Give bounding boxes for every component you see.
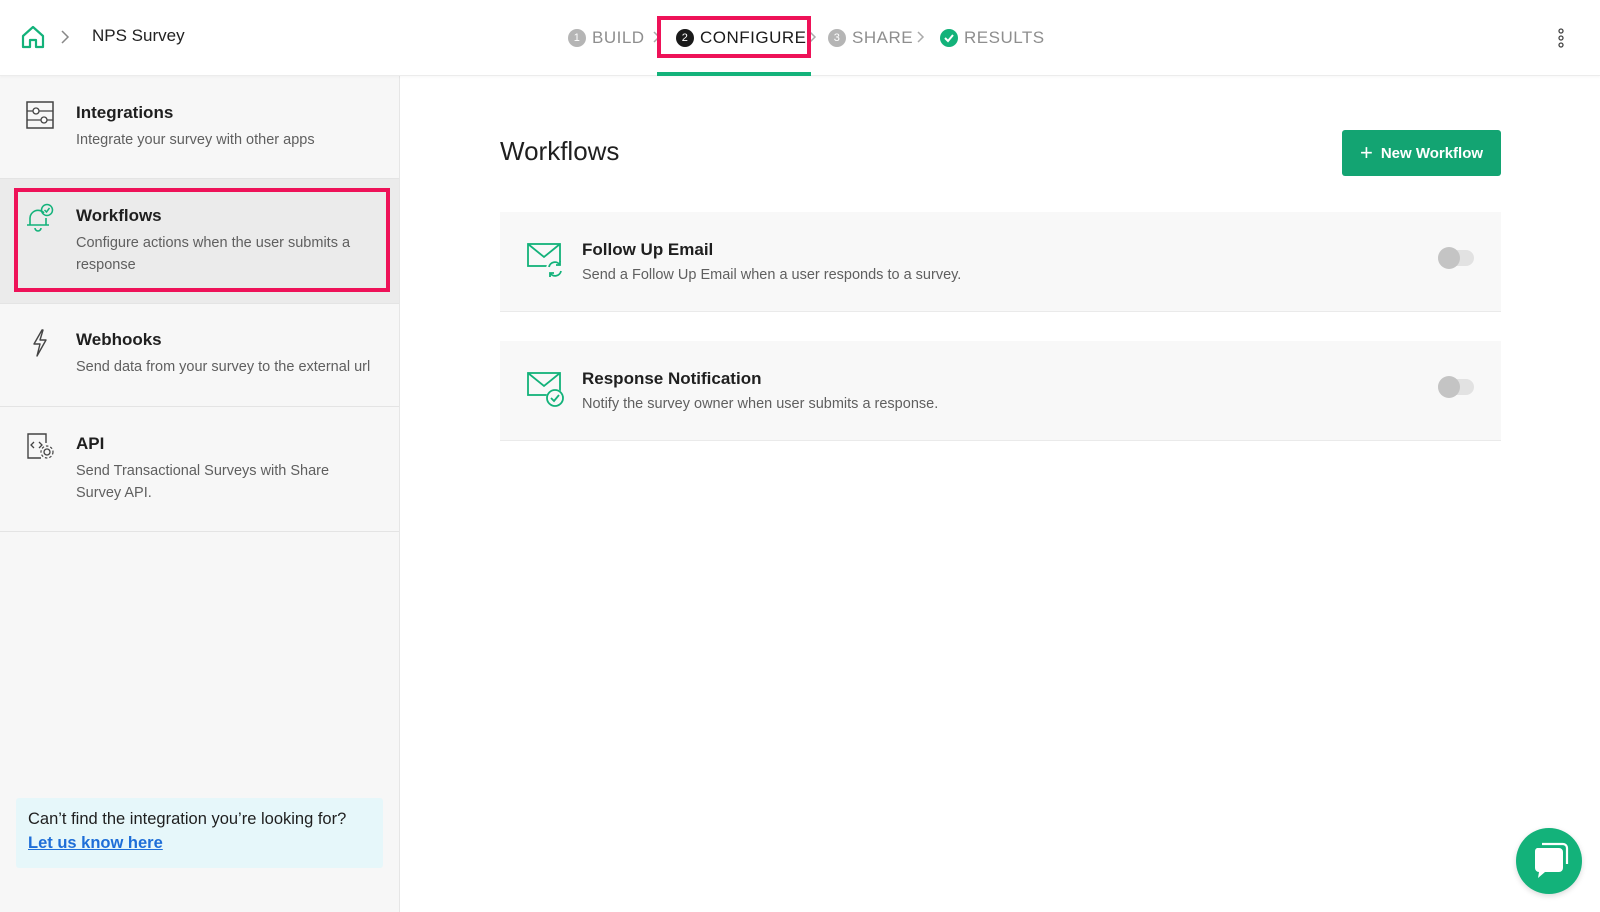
sidebar-item-description: Send data from your survey to the extern… — [76, 359, 371, 375]
help-text: Can’t find the integration you’re lookin… — [28, 810, 347, 828]
new-workflow-label: New Workflow — [1380, 144, 1484, 162]
sidebar-item-api[interactable]: API Send Transactional Surveys with Shar… — [0, 407, 399, 532]
step-number: 1 — [568, 29, 586, 47]
chevron-right-icon — [917, 31, 925, 43]
sidebar-item-description: Configure actions when the user submits … — [76, 235, 351, 273]
workflow-card-response-notification: Response Notification Notify the survey … — [500, 341, 1501, 441]
sidebar-item-description: Integrate your survey with other apps — [76, 132, 315, 148]
new-workflow-button[interactable]: + New Workflow — [1342, 130, 1501, 176]
chat-button[interactable] — [1516, 828, 1582, 894]
page-title: Workflows — [500, 136, 620, 166]
sidebar-item-title: Workflows — [76, 206, 162, 225]
workflow-description: Send a Follow Up Email when a user respo… — [582, 267, 962, 283]
step-number: 3 — [828, 29, 846, 47]
response-notification-toggle[interactable] — [1438, 376, 1474, 398]
toggle-knob — [1438, 247, 1460, 269]
active-tab-indicator — [657, 72, 811, 76]
chat-bubble-icon — [1534, 842, 1569, 878]
code-gear-icon — [27, 433, 54, 459]
sidebar-item-webhooks[interactable]: Webhooks Send data from your survey to t… — [0, 304, 399, 407]
mail-refresh-icon — [527, 243, 564, 278]
plus-icon: + — [1359, 140, 1373, 165]
more-vertical-icon[interactable] — [1554, 26, 1568, 50]
tab-build[interactable]: 1 BUILD — [568, 24, 645, 52]
sidebar-item-title: Integrations — [76, 103, 174, 122]
sidebar-item-integrations[interactable]: Integrations Integrate your survey with … — [0, 76, 399, 179]
check-circle-icon — [940, 29, 958, 47]
sidebar: Integrations Integrate your survey with … — [0, 76, 400, 912]
step-navigation: 1 BUILD 2 CONFIGURE 3 SHARE RESULTS — [0, 0, 1600, 76]
sidebar-item-description: Send Transactional Surveys with Share Su… — [76, 463, 330, 501]
tab-share[interactable]: 3 SHARE — [828, 24, 913, 52]
top-header: NPS Survey 1 BUILD 2 CONFIGURE 3 SHARE R… — [0, 0, 1600, 76]
workflow-card-follow-up-email: Follow Up Email Send a Follow Up Email w… — [500, 212, 1501, 312]
tab-label: RESULTS — [964, 28, 1045, 47]
tab-results[interactable]: RESULTS — [940, 24, 1045, 52]
workflow-description: Notify the survey owner when user submit… — [582, 396, 939, 412]
let-us-know-link[interactable]: Let us know here — [28, 834, 163, 853]
mail-check-icon — [527, 372, 564, 407]
follow-up-email-toggle[interactable] — [1438, 247, 1474, 269]
sidebar-item-title: Webhooks — [76, 330, 162, 349]
lightning-icon — [33, 329, 47, 357]
sidebar-item-title: API — [76, 434, 105, 453]
configure-highlight — [657, 16, 811, 58]
tab-label: SHARE — [852, 28, 914, 47]
sidebar-item-workflows[interactable]: Workflows Configure actions when the use… — [0, 179, 399, 304]
toggle-knob — [1438, 376, 1460, 398]
sliders-icon — [26, 101, 54, 129]
help-banner: Can’t find the integration you’re lookin… — [16, 798, 383, 868]
bell-check-icon — [27, 203, 54, 232]
workflow-title: Follow Up Email — [582, 240, 714, 259]
tab-label: BUILD — [592, 28, 645, 47]
workflow-title: Response Notification — [582, 369, 762, 388]
